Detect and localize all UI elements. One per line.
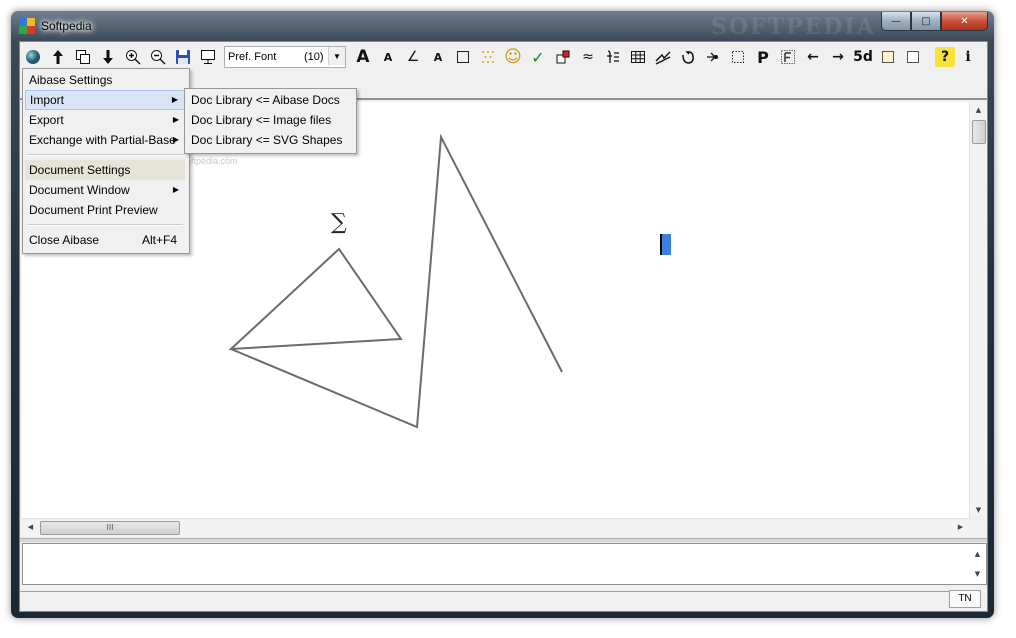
main-menu: Aibase Settings Import ▶ Export ▶ Exchange… bbox=[22, 68, 190, 254]
zigzag-line[interactable] bbox=[230, 133, 563, 429]
minimize-button[interactable]: — bbox=[881, 12, 911, 31]
menu-separator bbox=[27, 224, 183, 226]
font-name: Pref. Font bbox=[228, 51, 277, 63]
status-bar: TN bbox=[20, 587, 987, 611]
sigma-symbol: ∑ bbox=[331, 210, 347, 235]
vertical-scrollbar[interactable]: ▲ ▼ bbox=[969, 102, 987, 518]
close-button[interactable]: ✕ bbox=[941, 12, 988, 31]
menu-item-label: Import bbox=[30, 93, 65, 107]
angle-text-icon[interactable]: ∠ bbox=[401, 45, 425, 69]
table-icon[interactable] bbox=[626, 45, 650, 69]
vertical-scroll-thumb[interactable] bbox=[972, 120, 986, 144]
help-icon[interactable]: ? bbox=[935, 47, 955, 67]
menu-item-close-aibase[interactable]: Close Aibase Alt+F4 bbox=[25, 230, 185, 250]
monitor-icon[interactable] bbox=[196, 45, 220, 69]
window-title: Softpedia bbox=[41, 19, 92, 33]
status-divider bbox=[20, 591, 950, 592]
output-panel[interactable]: ▲ ▼ bbox=[22, 543, 987, 585]
arrow-up-icon[interactable] bbox=[46, 45, 70, 69]
title-bar[interactable]: Softpedia SOFTPEDIA — □ ✕ bbox=[11, 11, 994, 41]
title-watermark: SOFTPEDIA bbox=[711, 14, 876, 40]
horizontal-scroll-thumb[interactable]: III bbox=[40, 521, 180, 535]
node-arrow-icon[interactable] bbox=[701, 45, 725, 69]
text-cursor-bar bbox=[660, 234, 662, 255]
dotted-box-icon[interactable] bbox=[726, 45, 750, 69]
arrow-right-icon[interactable]: → bbox=[826, 45, 850, 69]
font-smaller-icon[interactable]: A bbox=[376, 45, 400, 69]
chevron-down-icon[interactable]: ▼ bbox=[328, 47, 345, 65]
maximize-button[interactable]: □ bbox=[911, 12, 941, 31]
output-scroll-up-icon[interactable]: ▲ bbox=[969, 546, 986, 562]
triangle-shape[interactable] bbox=[228, 247, 403, 351]
sphere-icon[interactable] bbox=[21, 45, 45, 69]
save-icon[interactable] bbox=[171, 45, 195, 69]
menu-item-label: Aibase Settings bbox=[29, 73, 113, 87]
output-scroll-down-icon[interactable]: ▼ bbox=[969, 566, 986, 582]
menu-item-import[interactable]: Import ▶ bbox=[25, 90, 185, 110]
menu-separator bbox=[27, 154, 183, 156]
scroll-down-icon[interactable]: ▼ bbox=[970, 502, 987, 518]
menu-shortcut: Alt+F4 bbox=[141, 233, 177, 247]
menu-item-aibase-settings[interactable]: Aibase Settings bbox=[25, 70, 185, 90]
lasso-icon[interactable] bbox=[676, 45, 700, 69]
scroll-right-icon[interactable]: ▶ bbox=[952, 519, 969, 535]
submenu-arrow-icon: ▶ bbox=[171, 95, 178, 104]
submenu-item-svg-shapes[interactable]: Doc Library <= SVG Shapes bbox=[187, 130, 352, 150]
horizontal-scrollbar[interactable]: ◀ III ▶ bbox=[22, 518, 969, 536]
app-logo-icon bbox=[19, 18, 35, 34]
menu-item-label: Document Print Preview bbox=[29, 203, 158, 217]
scroll-up-icon[interactable]: ▲ bbox=[970, 102, 987, 118]
font-bigger-icon[interactable]: A bbox=[351, 45, 375, 69]
menu-item-label: Close Aibase bbox=[29, 233, 100, 247]
dotted-pattern-icon[interactable] bbox=[476, 45, 500, 69]
panel-splitter[interactable] bbox=[20, 538, 987, 542]
blank-box-icon[interactable] bbox=[901, 45, 925, 69]
menu-item-exchange[interactable]: Exchange with Partial-Base ▶ bbox=[25, 130, 185, 150]
menu-item-label: Document Settings bbox=[29, 163, 131, 177]
check-icon[interactable]: ✓ bbox=[526, 45, 550, 69]
copy-icon[interactable] bbox=[71, 45, 95, 69]
wave-icon[interactable]: ≈ bbox=[576, 45, 600, 69]
menu-item-document-window[interactable]: Document Window ▶ bbox=[25, 180, 185, 200]
scroll-left-icon[interactable]: ◀ bbox=[22, 519, 39, 535]
arrow-left-icon[interactable]: ← bbox=[801, 45, 825, 69]
yellow-note-icon[interactable] bbox=[876, 45, 900, 69]
font-selector[interactable]: Pref. Font (10) ▼ bbox=[224, 46, 346, 68]
link-shapes-icon[interactable] bbox=[551, 45, 575, 69]
text-style-icon[interactable]: A bbox=[426, 45, 450, 69]
formula-icon[interactable] bbox=[601, 45, 625, 69]
menu-item-export[interactable]: Export ▶ bbox=[25, 110, 185, 130]
status-mode-badge[interactable]: TN bbox=[949, 590, 981, 608]
five-d-icon[interactable]: 5d bbox=[851, 45, 875, 69]
submenu-item-image-files[interactable]: Doc Library <= Image files bbox=[187, 110, 352, 130]
paragraph-icon[interactable]: P bbox=[751, 45, 775, 69]
rectangle-icon[interactable] bbox=[451, 45, 475, 69]
zoom-in-icon[interactable] bbox=[121, 45, 145, 69]
menu-item-label: Document Window bbox=[29, 183, 130, 197]
menu-item-label: Export bbox=[29, 113, 64, 127]
framed-text-icon[interactable] bbox=[776, 45, 800, 69]
submenu-arrow-icon: ▶ bbox=[172, 115, 179, 124]
lines-icon[interactable] bbox=[651, 45, 675, 69]
menu-item-label: Exchange with Partial-Base bbox=[29, 133, 176, 147]
arrow-down-icon[interactable] bbox=[96, 45, 120, 69]
submenu-arrow-icon: ▶ bbox=[172, 135, 179, 144]
submenu-arrow-icon: ▶ bbox=[172, 185, 179, 194]
menu-item-print-preview[interactable]: Document Print Preview bbox=[25, 200, 185, 220]
submenu-item-aibase-docs[interactable]: Doc Library <= Aibase Docs bbox=[187, 90, 352, 110]
zoom-out-icon[interactable] bbox=[146, 45, 170, 69]
menu-item-document-settings[interactable]: Document Settings bbox=[25, 160, 185, 180]
font-size: (10) bbox=[304, 51, 324, 63]
import-submenu: Doc Library <= Aibase Docs Doc Library <… bbox=[184, 88, 357, 154]
info-icon[interactable]: i bbox=[956, 45, 980, 69]
smiley-icon[interactable]: ☺ bbox=[501, 45, 525, 69]
